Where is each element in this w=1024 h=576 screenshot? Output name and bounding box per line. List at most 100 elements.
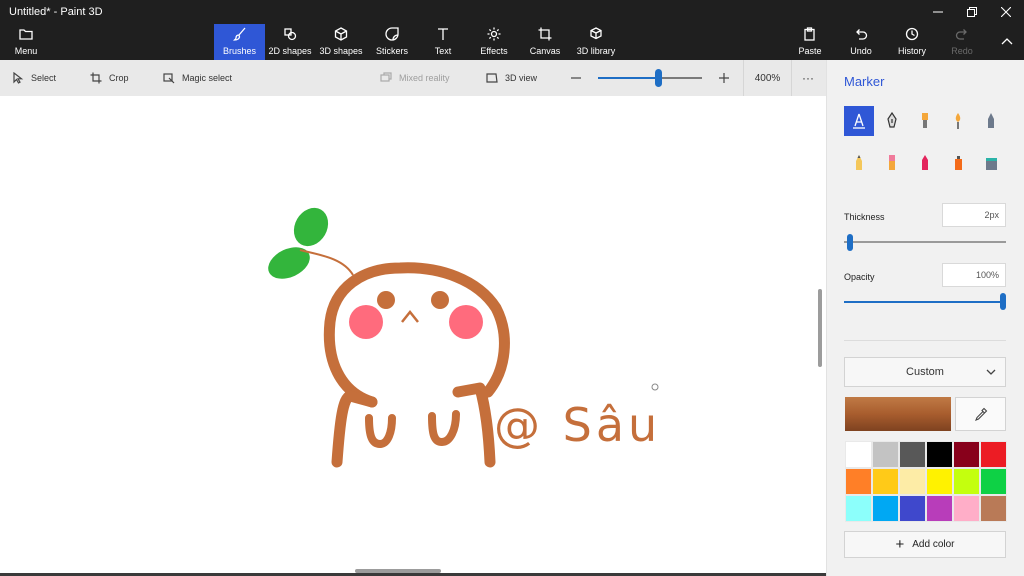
color-swatch[interactable] — [926, 495, 953, 522]
current-color-swatch[interactable] — [845, 397, 951, 431]
opacity-slider[interactable] — [844, 301, 1006, 303]
brush-toolbar: Select Crop Magic select Mixed reality 3… — [0, 60, 826, 96]
text-icon — [438, 28, 448, 40]
color-swatch[interactable] — [845, 468, 872, 495]
oil-brush-icon — [922, 113, 928, 128]
brush-watercolor[interactable] — [943, 106, 973, 136]
brush-calligraphy-pen[interactable] — [877, 106, 907, 136]
paste-button[interactable]: Paste — [796, 24, 824, 60]
menu-button[interactable]: Menu — [6, 24, 46, 60]
tab-2d-shapes[interactable]: 2D shapes — [267, 24, 313, 60]
brush-pencil[interactable] — [844, 148, 874, 178]
menu-label: Menu — [14, 46, 38, 56]
panel-title: Marker — [844, 74, 885, 89]
color-swatch[interactable] — [980, 495, 1007, 522]
more-options-button[interactable]: ··· — [802, 60, 814, 96]
restore-button[interactable] — [955, 0, 989, 24]
collapse-ribbon-button[interactable] — [994, 24, 1020, 60]
add-color-button[interactable]: + Add color — [844, 531, 1006, 558]
canvas-icon — [538, 27, 552, 41]
cube-icon — [334, 27, 348, 41]
eraser-icon — [889, 155, 895, 170]
crop-tool[interactable]: Crop — [90, 60, 129, 96]
mixed-reality-tool[interactable]: Mixed reality — [380, 60, 450, 96]
3d-view-toggle[interactable]: 3D view — [486, 60, 537, 96]
tab-effects[interactable]: Effects — [477, 24, 511, 60]
cursor-icon — [13, 72, 24, 84]
drawing-text: @ Sâu — [494, 398, 661, 452]
close-icon — [1001, 7, 1011, 17]
close-button[interactable] — [989, 0, 1023, 24]
tab-text[interactable]: Text — [426, 24, 460, 60]
color-swatch[interactable] — [980, 468, 1007, 495]
redo-button[interactable]: Redo — [949, 24, 975, 60]
color-swatch[interactable] — [926, 468, 953, 495]
thickness-slider[interactable] — [844, 241, 1006, 243]
color-swatch[interactable] — [926, 441, 953, 468]
paint3d-window: Untitled* - Paint 3D Menu Brushes 2D sha… — [0, 0, 1024, 576]
magic-select-tool[interactable]: Magic select — [163, 60, 232, 96]
thickness-input[interactable]: 2px — [942, 203, 1006, 227]
color-swatch[interactable] — [953, 441, 980, 468]
brush-cursor-icon — [651, 383, 659, 391]
zoom-slider-fill — [598, 77, 659, 79]
color-swatch[interactable] — [980, 441, 1007, 468]
color-swatch[interactable] — [845, 495, 872, 522]
color-swatch[interactable] — [872, 495, 899, 522]
opacity-input[interactable]: 100% — [942, 263, 1006, 287]
color-swatch[interactable] — [899, 495, 926, 522]
brush-eraser[interactable] — [877, 148, 907, 178]
color-swatch[interactable] — [899, 468, 926, 495]
history-label: History — [897, 46, 926, 56]
restore-icon — [967, 7, 977, 17]
title-bar: Untitled* - Paint 3D — [0, 0, 1024, 24]
zoom-out-button[interactable] — [570, 60, 582, 96]
tab-3d-library[interactable]: 3D library — [574, 24, 618, 60]
zoom-percentage[interactable]: 400% — [743, 60, 792, 96]
magic-select-icon — [163, 73, 175, 84]
tab-brushes[interactable]: Brushes — [214, 24, 265, 60]
redo-label: Redo — [951, 46, 973, 56]
thickness-slider-thumb[interactable] — [847, 234, 854, 251]
brush-marker[interactable] — [844, 106, 874, 136]
mixed-reality-label: Mixed reality — [399, 73, 450, 83]
select-tool[interactable]: Select — [12, 60, 56, 96]
window-title: Untitled* - Paint 3D — [9, 6, 103, 18]
color-swatch[interactable] — [845, 441, 872, 468]
color-swatch[interactable] — [872, 441, 899, 468]
zoom-slider-thumb[interactable] — [655, 69, 663, 87]
ellipsis-icon: ··· — [802, 71, 814, 85]
brush-pixel-pen[interactable] — [976, 106, 1006, 136]
color-swatch[interactable] — [899, 441, 926, 468]
plus-icon: + — [895, 536, 905, 553]
drawing-canvas[interactable]: @ Sâu — [0, 96, 826, 576]
color-swatch[interactable] — [953, 468, 980, 495]
color-swatch[interactable] — [872, 468, 899, 495]
vertical-scrollbar[interactable] — [818, 289, 822, 367]
character-body — [323, 262, 510, 468]
color-mode-dropdown[interactable]: Custom — [844, 357, 1006, 387]
tab-effects-label: Effects — [480, 46, 508, 56]
brush-oil-brush[interactable] — [910, 106, 940, 136]
tab-brushes-label: Brushes — [222, 46, 257, 56]
crayon-icon — [922, 155, 928, 170]
tab-canvas[interactable]: Canvas — [528, 24, 562, 60]
undo-button[interactable]: Undo — [847, 24, 875, 60]
eyedropper-button[interactable] — [955, 397, 1006, 431]
brush-spray-can[interactable] — [943, 148, 973, 178]
tab-stickers[interactable]: Stickers — [372, 24, 412, 60]
history-button[interactable]: History — [895, 24, 929, 60]
color-swatch[interactable] — [953, 495, 980, 522]
minimize-button[interactable] — [921, 0, 955, 24]
character-face — [349, 291, 483, 339]
crop-label: Crop — [109, 73, 129, 83]
tab-3d-shapes[interactable]: 3D shapes — [318, 24, 364, 60]
thickness-label: Thickness — [844, 212, 885, 222]
sticker-icon — [385, 27, 399, 41]
opacity-slider-thumb[interactable] — [1000, 293, 1006, 310]
redo-icon — [955, 29, 967, 40]
zoom-in-button[interactable] — [718, 60, 730, 96]
history-clock-icon — [905, 27, 919, 41]
brush-fill-bucket[interactable] — [976, 148, 1006, 178]
brush-crayon[interactable] — [910, 148, 940, 178]
